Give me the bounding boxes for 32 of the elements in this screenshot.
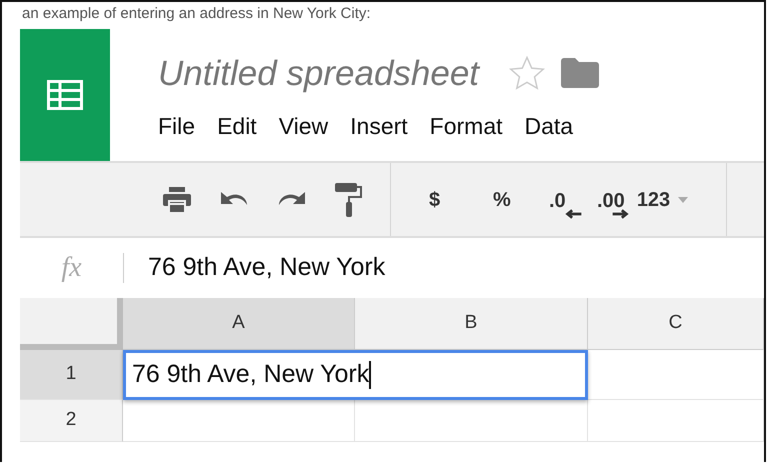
row-header[interactable]: 2 bbox=[20, 400, 123, 442]
format-dropdown[interactable]: 123 bbox=[636, 190, 688, 210]
menu-item[interactable]: Edit bbox=[217, 115, 257, 138]
table-cell[interactable] bbox=[588, 350, 764, 400]
table-cell[interactable] bbox=[588, 400, 764, 442]
folder-icon[interactable] bbox=[561, 58, 600, 88]
formula-input[interactable]: 76 9th Ave, New York bbox=[124, 249, 386, 287]
column-header[interactable]: C bbox=[588, 298, 764, 350]
text-cursor bbox=[369, 361, 372, 389]
spreadsheet-logo-icon[interactable] bbox=[47, 80, 83, 110]
decrease-decimal-button[interactable]: .0 bbox=[549, 180, 585, 218]
toolbar-button[interactable]: $ bbox=[429, 190, 485, 210]
formula-icon: fx bbox=[20, 247, 123, 289]
menu-item[interactable]: Insert bbox=[350, 115, 408, 138]
row-header[interactable]: 1 bbox=[20, 350, 123, 400]
column-header[interactable]: A bbox=[123, 298, 355, 350]
paint-roller-icon[interactable] bbox=[334, 182, 364, 218]
document-title[interactable]: Untitled spreadsheet bbox=[158, 56, 480, 90]
caret-icon bbox=[678, 196, 688, 202]
menu-item[interactable]: Format bbox=[430, 115, 503, 138]
caption-text: an example of entering an address in New York City: bbox=[21, 4, 372, 24]
menu-item[interactable]: Data bbox=[524, 115, 574, 138]
cell-editor[interactable]: 76 9th Ave, New York bbox=[123, 350, 588, 400]
menu-item[interactable]: View bbox=[278, 115, 328, 138]
table-cell[interactable] bbox=[355, 400, 588, 442]
increase-decimal-button[interactable]: .00 bbox=[597, 180, 625, 218]
print-icon[interactable] bbox=[162, 186, 192, 214]
toolbar-button[interactable]: % bbox=[493, 190, 549, 210]
menu-item[interactable]: File bbox=[158, 115, 196, 138]
star-icon[interactable] bbox=[509, 56, 546, 90]
table-cell[interactable] bbox=[123, 400, 355, 442]
column-header[interactable]: B bbox=[355, 298, 588, 350]
